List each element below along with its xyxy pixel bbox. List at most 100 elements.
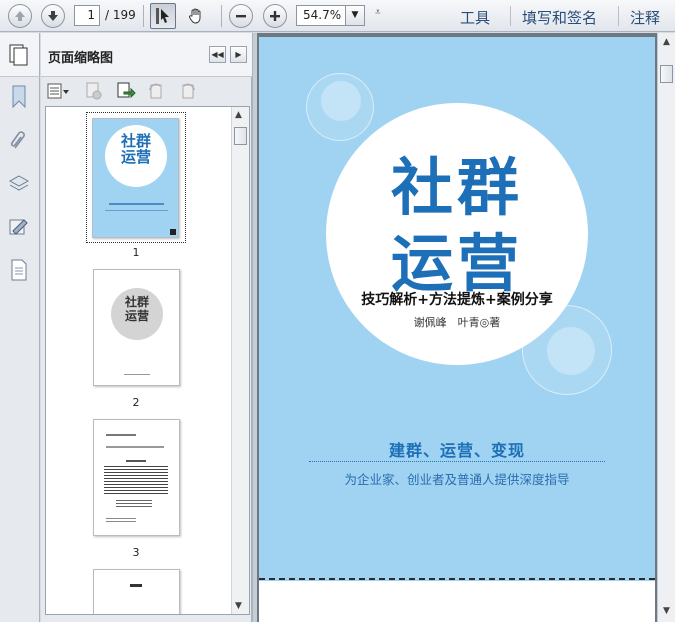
chevron-right-icon: ▶ (235, 50, 242, 59)
delete-pages-button[interactable] (83, 81, 105, 101)
zoom-level-input[interactable]: 54.7% (296, 5, 346, 26)
navigation-rail (0, 33, 40, 622)
scroll-down-icon[interactable]: ▼ (235, 601, 242, 611)
thumbnail-text-line (109, 203, 164, 205)
document-scrollbar[interactable]: ▲ ▼ (657, 33, 675, 622)
thumbnail-page-3[interactable] (93, 419, 180, 536)
more-options-button[interactable]: ⩡ (375, 7, 381, 18)
panel-options-button[interactable]: ▶ (230, 46, 247, 63)
decorative-bubble (321, 81, 361, 121)
thumbnail-page-2[interactable]: 社群 运营 (93, 269, 180, 386)
hand-icon (189, 8, 201, 24)
scroll-down-icon[interactable]: ▼ (663, 606, 670, 616)
thumbnail-label: 3 (132, 546, 140, 559)
zoom-in-icon (270, 11, 280, 21)
rotate-icon (149, 83, 162, 99)
double-chevron-left-icon: ◀◀ (211, 50, 224, 59)
paperclip-icon (10, 131, 25, 149)
thumbnail-list[interactable]: 社群 运营 1 社群 运营 2 3 ▲ ▼ (45, 106, 250, 615)
zoom-out-button[interactable] (229, 4, 253, 28)
scrollbar-thumb[interactable] (234, 127, 247, 145)
toolbar-divider (143, 5, 144, 27)
tagline-divider (309, 461, 605, 462)
thumbnail-label: 1 (132, 246, 140, 259)
insert-pages-button[interactable] (115, 81, 137, 101)
delete-page-icon (86, 82, 102, 100)
zoom-dropdown-button[interactable]: ▼ (345, 5, 365, 26)
tools-link[interactable]: 工具 (460, 7, 490, 28)
pages-icon (9, 44, 28, 66)
navigation-rail-header (0, 33, 40, 77)
rotate-clockwise-button[interactable] (177, 81, 199, 101)
thumbnail-options-button[interactable] (46, 81, 72, 101)
options-menu-icon (47, 83, 69, 99)
layers-icon (8, 175, 30, 191)
thumbnail-text-line (126, 460, 146, 462)
thumbnail-text-line (106, 446, 164, 448)
page-number-input[interactable]: 1 (74, 5, 100, 26)
chevron-down-icon: ⩡ (375, 7, 381, 18)
zoom-out-icon (236, 15, 246, 18)
page-bottom-margin (259, 581, 655, 622)
insert-page-icon (117, 82, 136, 99)
chevron-down-icon: ▼ (351, 10, 359, 20)
zoom-in-button[interactable] (263, 4, 287, 28)
thumbnail-cover-circle: 社群 运营 (105, 125, 167, 187)
scroll-up-icon[interactable]: ▲ (663, 37, 670, 47)
page-cut-line (259, 578, 655, 580)
thumbnail-text-line (124, 374, 150, 375)
thumbnail-title: 社群 运营 (124, 295, 149, 323)
thumbnail-text-line (130, 584, 142, 587)
collapse-panel-button[interactable]: ◀◀ (209, 46, 226, 63)
rotate-clockwise-icon (182, 83, 195, 99)
thumbnail-text-block (106, 518, 136, 524)
cover-description: 为企业家、创业者及普通人提供深度指导 (344, 472, 570, 487)
thumbnail-title: 社群 运营 (120, 132, 151, 166)
panel-title: 页面缩略图 (48, 51, 114, 66)
thumbnail-panel-header: 页面缩略图 ◀◀ ▶ (41, 33, 252, 77)
thumbnail-label: 2 (132, 396, 140, 409)
thumbnail-cover-circle: 社群 运营 (111, 288, 163, 340)
layers-button[interactable] (8, 172, 30, 196)
scroll-up-icon[interactable]: ▲ (235, 110, 242, 120)
book-cover-page: 社群 运营 技巧解析+方法提炼+案例分享 谢佩峰 叶青◎著 建群、运营、变现 为… (259, 37, 655, 581)
previous-page-button[interactable] (8, 4, 32, 28)
thumbnail-page-4[interactable] (93, 569, 180, 614)
cover-subtitle: 技巧解析+方法提炼+案例分享 (361, 292, 553, 308)
thumbnail-text-line (106, 434, 136, 436)
comment-link[interactable]: 注释 (630, 7, 660, 28)
thumbnail-handle (170, 229, 176, 235)
signature-icon (9, 219, 28, 235)
page-total: / 199 (105, 8, 136, 22)
select-tool-button[interactable] (150, 3, 176, 29)
fill-and-sign-link[interactable]: 填写和签名 (522, 7, 597, 28)
thumbnail-scrollbar[interactable]: ▲ ▼ (231, 107, 249, 614)
signatures-button[interactable] (8, 215, 30, 239)
thumbnail-toolbar (41, 77, 252, 105)
attachments-button[interactable] (8, 128, 30, 152)
thumbnail-panel: 页面缩略图 ◀◀ ▶ 社群 运营 1 社群 运营 2 3 ▲ ▼ (41, 33, 252, 622)
toolbar-divider (510, 6, 511, 26)
cover-authors: 谢佩峰 叶青◎著 (413, 316, 501, 329)
thumbnail-text-block (116, 500, 152, 508)
page-thumbnails-button[interactable] (8, 43, 30, 67)
main-toolbar: 1 / 199 54.7% ▼ ⩡ 工具 填写和签名 注释 (0, 0, 675, 32)
document-icon (11, 259, 27, 281)
arrow-up-icon (15, 11, 25, 21)
toolbar-divider (618, 6, 619, 26)
thumbnail-text-line (105, 210, 168, 211)
thumbnail-text-block (104, 466, 168, 494)
toolbar-divider (221, 5, 222, 27)
rotate-pages-button[interactable] (145, 81, 167, 101)
next-page-button[interactable] (41, 4, 65, 28)
thumbnail-page-1[interactable]: 社群 运营 (92, 118, 179, 238)
bookmarks-button[interactable] (8, 85, 30, 109)
select-cursor-icon (156, 8, 169, 24)
arrow-down-icon (48, 11, 58, 21)
hand-tool-button[interactable] (183, 3, 209, 29)
decorative-bubble (547, 327, 595, 375)
document-properties-button[interactable] (8, 258, 30, 282)
cover-title-circle: 社群 运营 技巧解析+方法提炼+案例分享 谢佩峰 叶青◎著 (326, 103, 588, 365)
scrollbar-thumb[interactable] (660, 65, 673, 83)
cover-tagline: 建群、运营、变现 (388, 441, 525, 460)
